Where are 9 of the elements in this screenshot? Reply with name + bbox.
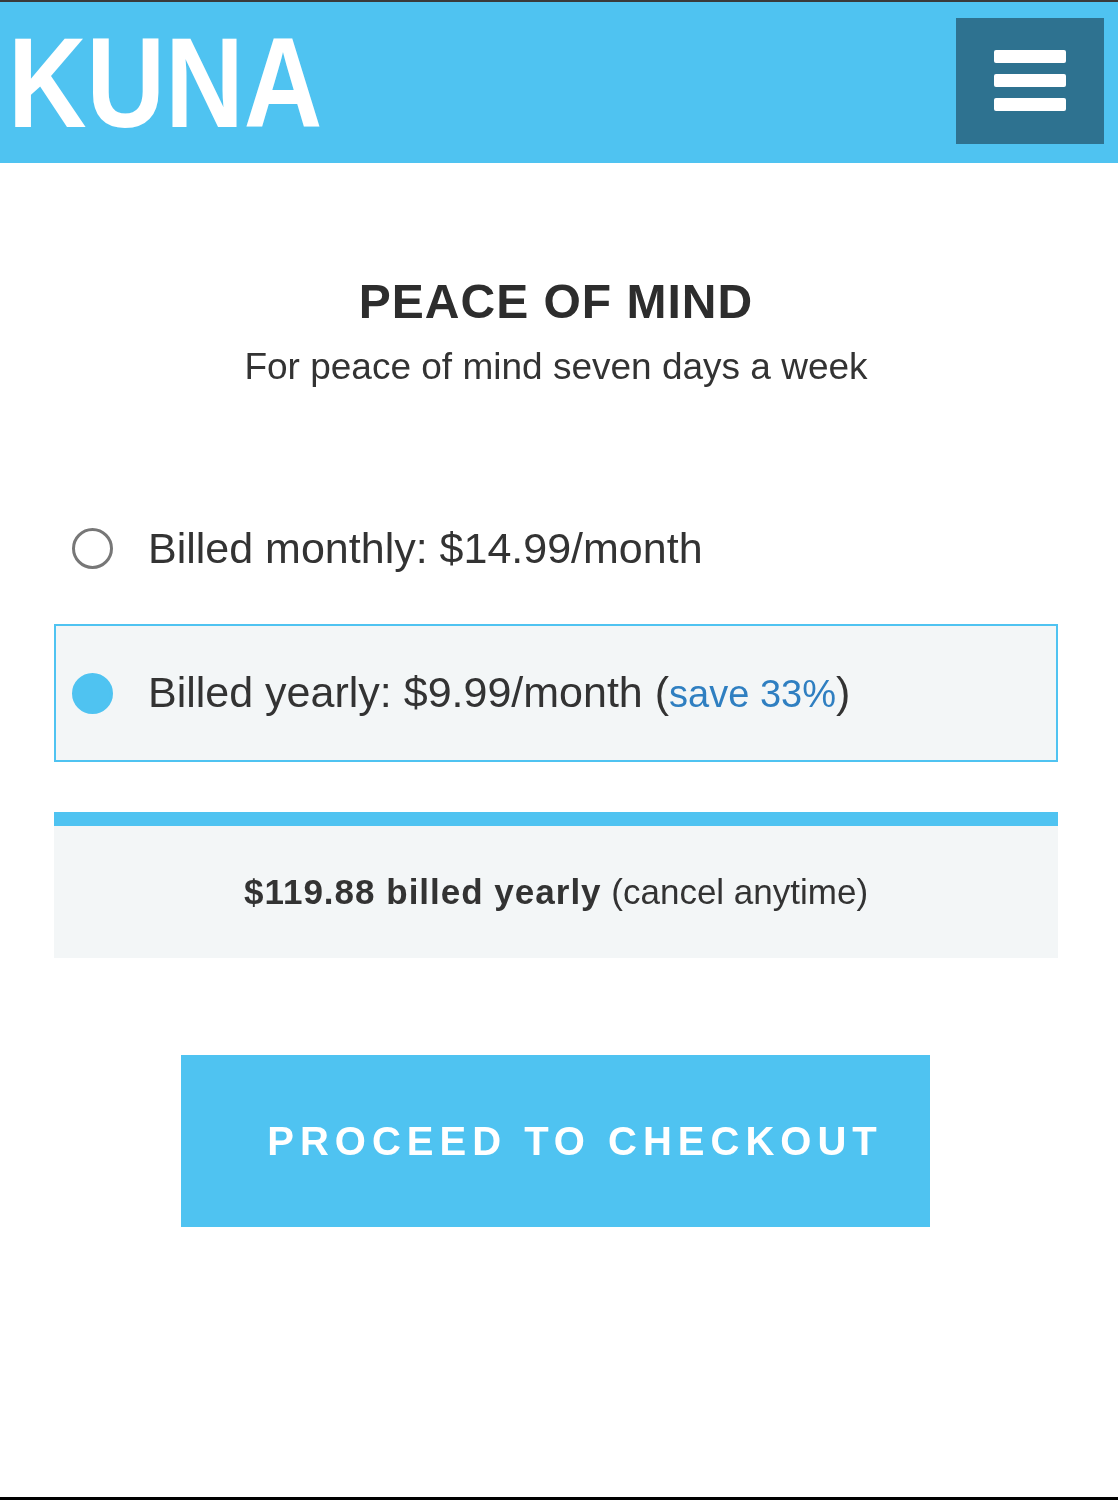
radio-icon[interactable] (72, 672, 113, 714)
menu-icon (994, 50, 1066, 111)
billing-summary: $119.88 billed yearly (cancel anytime) (243, 871, 869, 913)
plan-subtitle: For peace of mind seven days a week (243, 345, 869, 389)
billing-option[interactable]: Billed monthly: $14.99/month (54, 479, 1058, 617)
radio-icon[interactable] (72, 527, 113, 569)
menu-button[interactable] (956, 17, 1104, 144)
billing-option[interactable]: Billed yearly: $9.99/month (save 33%) (54, 624, 1058, 762)
plan-title: PEACE OF MIND (357, 274, 755, 330)
